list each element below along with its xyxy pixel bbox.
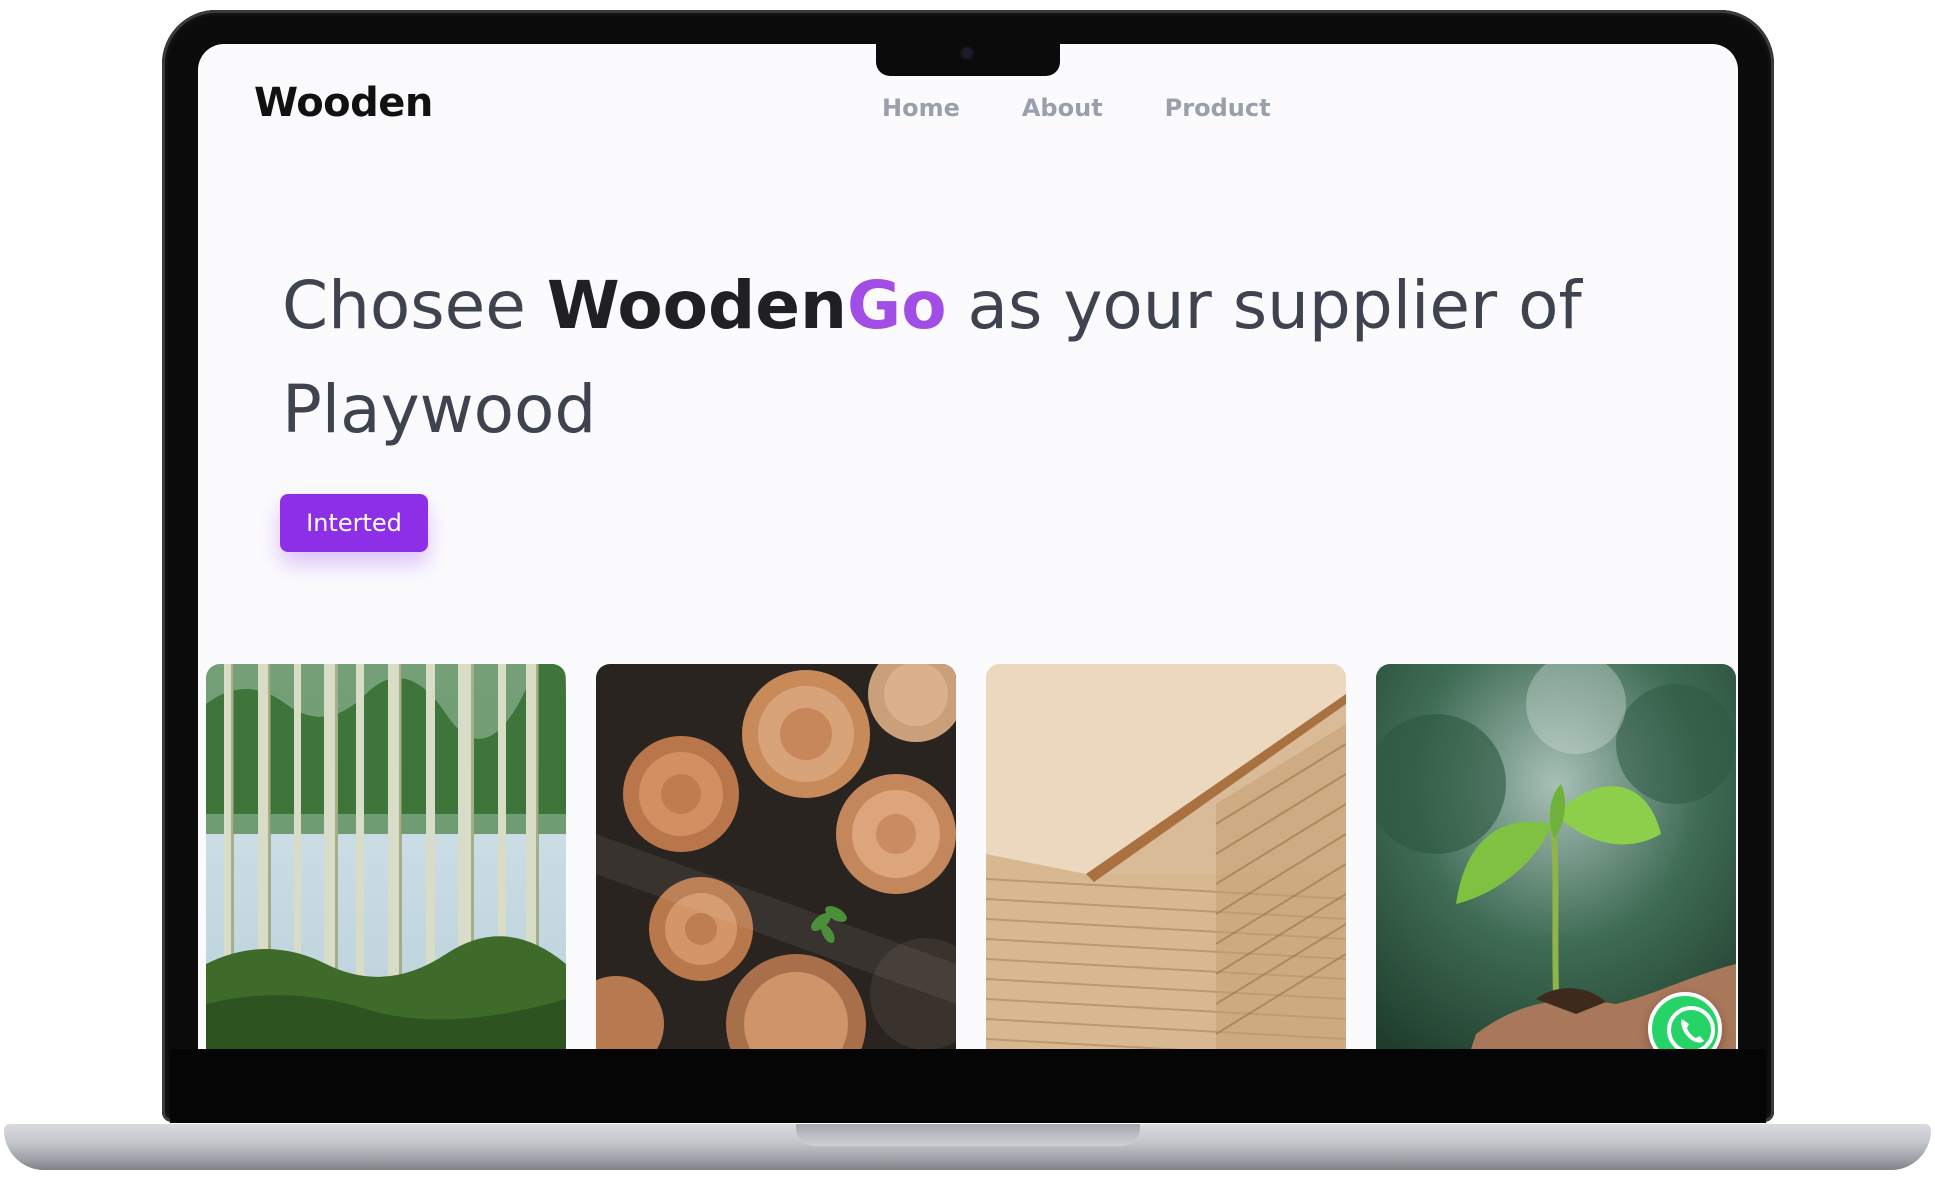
nav-home-link[interactable]: Home <box>882 94 960 122</box>
whatsapp-phone-icon <box>1667 1006 1715 1049</box>
site-logo[interactable]: Wooden <box>254 80 433 126</box>
laptop-mockup: Wooden Home About Product Chosee WoodenG… <box>0 0 1935 1182</box>
hero-brand-accent: Go <box>847 267 947 344</box>
hero-prefix: Chosee <box>282 267 547 344</box>
hero-heading: Chosee WoodenGo as your supplier of Play… <box>282 254 1622 462</box>
nav-product-link[interactable]: Product <box>1165 94 1271 122</box>
hero-brand-bold: Wooden <box>546 267 848 344</box>
laptop-opening-notch <box>796 1124 1140 1146</box>
laptop-screen: Wooden Home About Product Chosee WoodenG… <box>198 44 1738 1049</box>
main-nav: Home About Product <box>882 94 1271 122</box>
laptop-bezel-bottom <box>170 1049 1766 1123</box>
image-gallery <box>206 664 1738 1049</box>
log-stack-image <box>596 664 956 1049</box>
plywood-sheets-image <box>986 664 1346 1049</box>
interested-button[interactable]: Interted <box>280 494 428 552</box>
forest-trees-image <box>206 664 566 1049</box>
whatsapp-button[interactable] <box>1648 992 1722 1049</box>
camera-notch <box>876 40 1060 76</box>
camera-icon <box>962 48 972 58</box>
nav-about-link[interactable]: About <box>1022 94 1103 122</box>
